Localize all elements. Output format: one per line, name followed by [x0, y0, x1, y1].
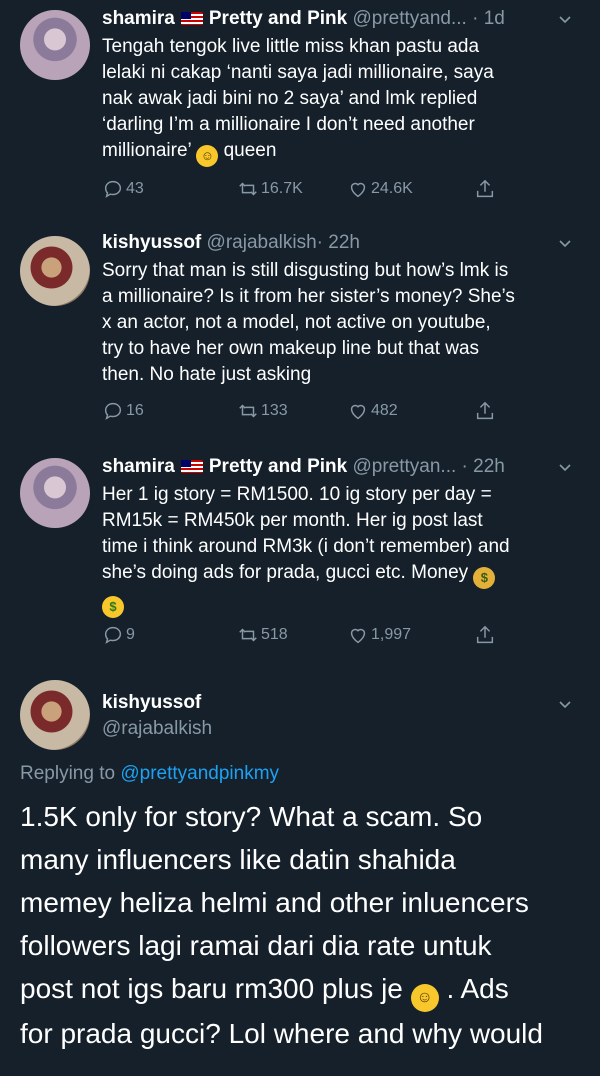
reply-button[interactable]: 43 — [102, 176, 144, 202]
main-tweet-text: 1.5K only for story? What a scam. So man… — [20, 801, 543, 1049]
retweet-icon — [239, 404, 257, 418]
tweet-header: shamira Pretty and Pink @prettyand... · 1… — [102, 6, 572, 32]
user-handle[interactable]: @prettyand... — [352, 8, 466, 29]
retweet-count: 133 — [261, 402, 288, 419]
reply-icon — [104, 402, 122, 420]
share-icon — [476, 401, 494, 420]
main-user-handle[interactable]: @rajabalkish — [102, 716, 572, 742]
replying-to-link[interactable]: @prettyandpinkmy — [120, 763, 279, 784]
main-user-name[interactable]: kishyussof — [102, 690, 572, 716]
reply-count: 43 — [126, 180, 144, 197]
tears-of-joy-emoji-icon: ☺ — [410, 984, 439, 1012]
heart-icon — [350, 182, 366, 198]
retweet-button[interactable]: 133 — [237, 398, 288, 424]
avatar[interactable] — [20, 680, 90, 750]
reply-count: 16 — [126, 402, 144, 419]
tweet-header: shamira Pretty and Pink @prettyan... · 22… — [102, 454, 572, 480]
user-name[interactable]: kishyussof — [102, 232, 201, 253]
separator-dot: · — [316, 232, 323, 253]
share-button[interactable] — [474, 622, 498, 648]
display-name[interactable]: Pretty and Pink — [209, 456, 347, 477]
money-mouth-face-emoji-icon: $ — [102, 596, 124, 618]
user-handle[interactable]: @rajabalkish — [207, 232, 317, 253]
heart-icon — [350, 404, 366, 420]
like-button[interactable]: 24.6K — [347, 176, 413, 202]
like-count: 482 — [371, 402, 398, 419]
retweet-button[interactable]: 16.7K — [237, 176, 303, 202]
avatar[interactable] — [20, 236, 90, 306]
tweet-text: Tengah tengok live little miss khan past… — [102, 34, 572, 167]
like-button[interactable]: 1,997 — [347, 622, 411, 648]
tears-of-joy-emoji-icon: ☺ — [196, 145, 219, 167]
malaysia-flag-icon — [180, 460, 203, 473]
reply-icon — [104, 626, 122, 644]
malaysia-flag-icon — [180, 12, 203, 25]
heart-icon — [350, 628, 366, 644]
tweet-header: kishyussof @rajabalkish· 22h — [102, 230, 572, 256]
timestamp[interactable]: 22h — [473, 456, 505, 477]
share-icon — [476, 625, 494, 644]
reply-button[interactable]: 9 — [102, 622, 135, 648]
avatar[interactable] — [20, 10, 90, 80]
user-handle[interactable]: @prettyan... — [352, 456, 456, 477]
separator-dot: · — [472, 8, 479, 29]
timestamp[interactable]: 22h — [328, 232, 360, 253]
tweet-text: Sorry that man is still disgusting but h… — [102, 260, 515, 385]
chevron-down-icon[interactable] — [558, 12, 572, 26]
reply-icon — [104, 180, 122, 198]
tweet-text: Her 1 ig story = RM1500. 10 ig story per… — [102, 482, 572, 618]
like-button[interactable]: 482 — [347, 398, 398, 424]
tweet-actions: 16 133 482 — [102, 398, 572, 424]
user-name[interactable]: shamira — [102, 456, 175, 477]
money-bag-emoji-icon: $ — [473, 567, 496, 589]
separator-dot: · — [461, 456, 468, 477]
avatar[interactable] — [20, 458, 90, 528]
tweet-actions: 43 16.7K 24.6K — [102, 176, 572, 202]
chevron-down-icon[interactable] — [558, 236, 572, 250]
chevron-down-icon[interactable] — [558, 460, 572, 474]
display-name[interactable]: Pretty and Pink — [209, 8, 347, 29]
retweet-button[interactable]: 518 — [237, 622, 288, 648]
share-icon — [476, 179, 494, 198]
chevron-down-icon[interactable] — [558, 697, 572, 711]
like-count: 1,997 — [371, 626, 412, 643]
like-count: 24.6K — [371, 180, 413, 197]
reply-count: 9 — [126, 626, 135, 643]
retweet-icon — [239, 182, 257, 196]
tweet-actions: 9 518 1,997 — [102, 622, 572, 648]
retweet-icon — [239, 628, 257, 642]
share-button[interactable] — [474, 398, 498, 424]
reply-button[interactable]: 16 — [102, 398, 144, 424]
timestamp[interactable]: 1d — [484, 8, 505, 29]
retweet-count: 16.7K — [261, 180, 303, 197]
share-button[interactable] — [474, 176, 498, 202]
retweet-count: 518 — [261, 626, 288, 643]
replying-to: Replying to @prettyandpinkmy — [20, 763, 280, 784]
user-name[interactable]: shamira — [102, 8, 175, 29]
